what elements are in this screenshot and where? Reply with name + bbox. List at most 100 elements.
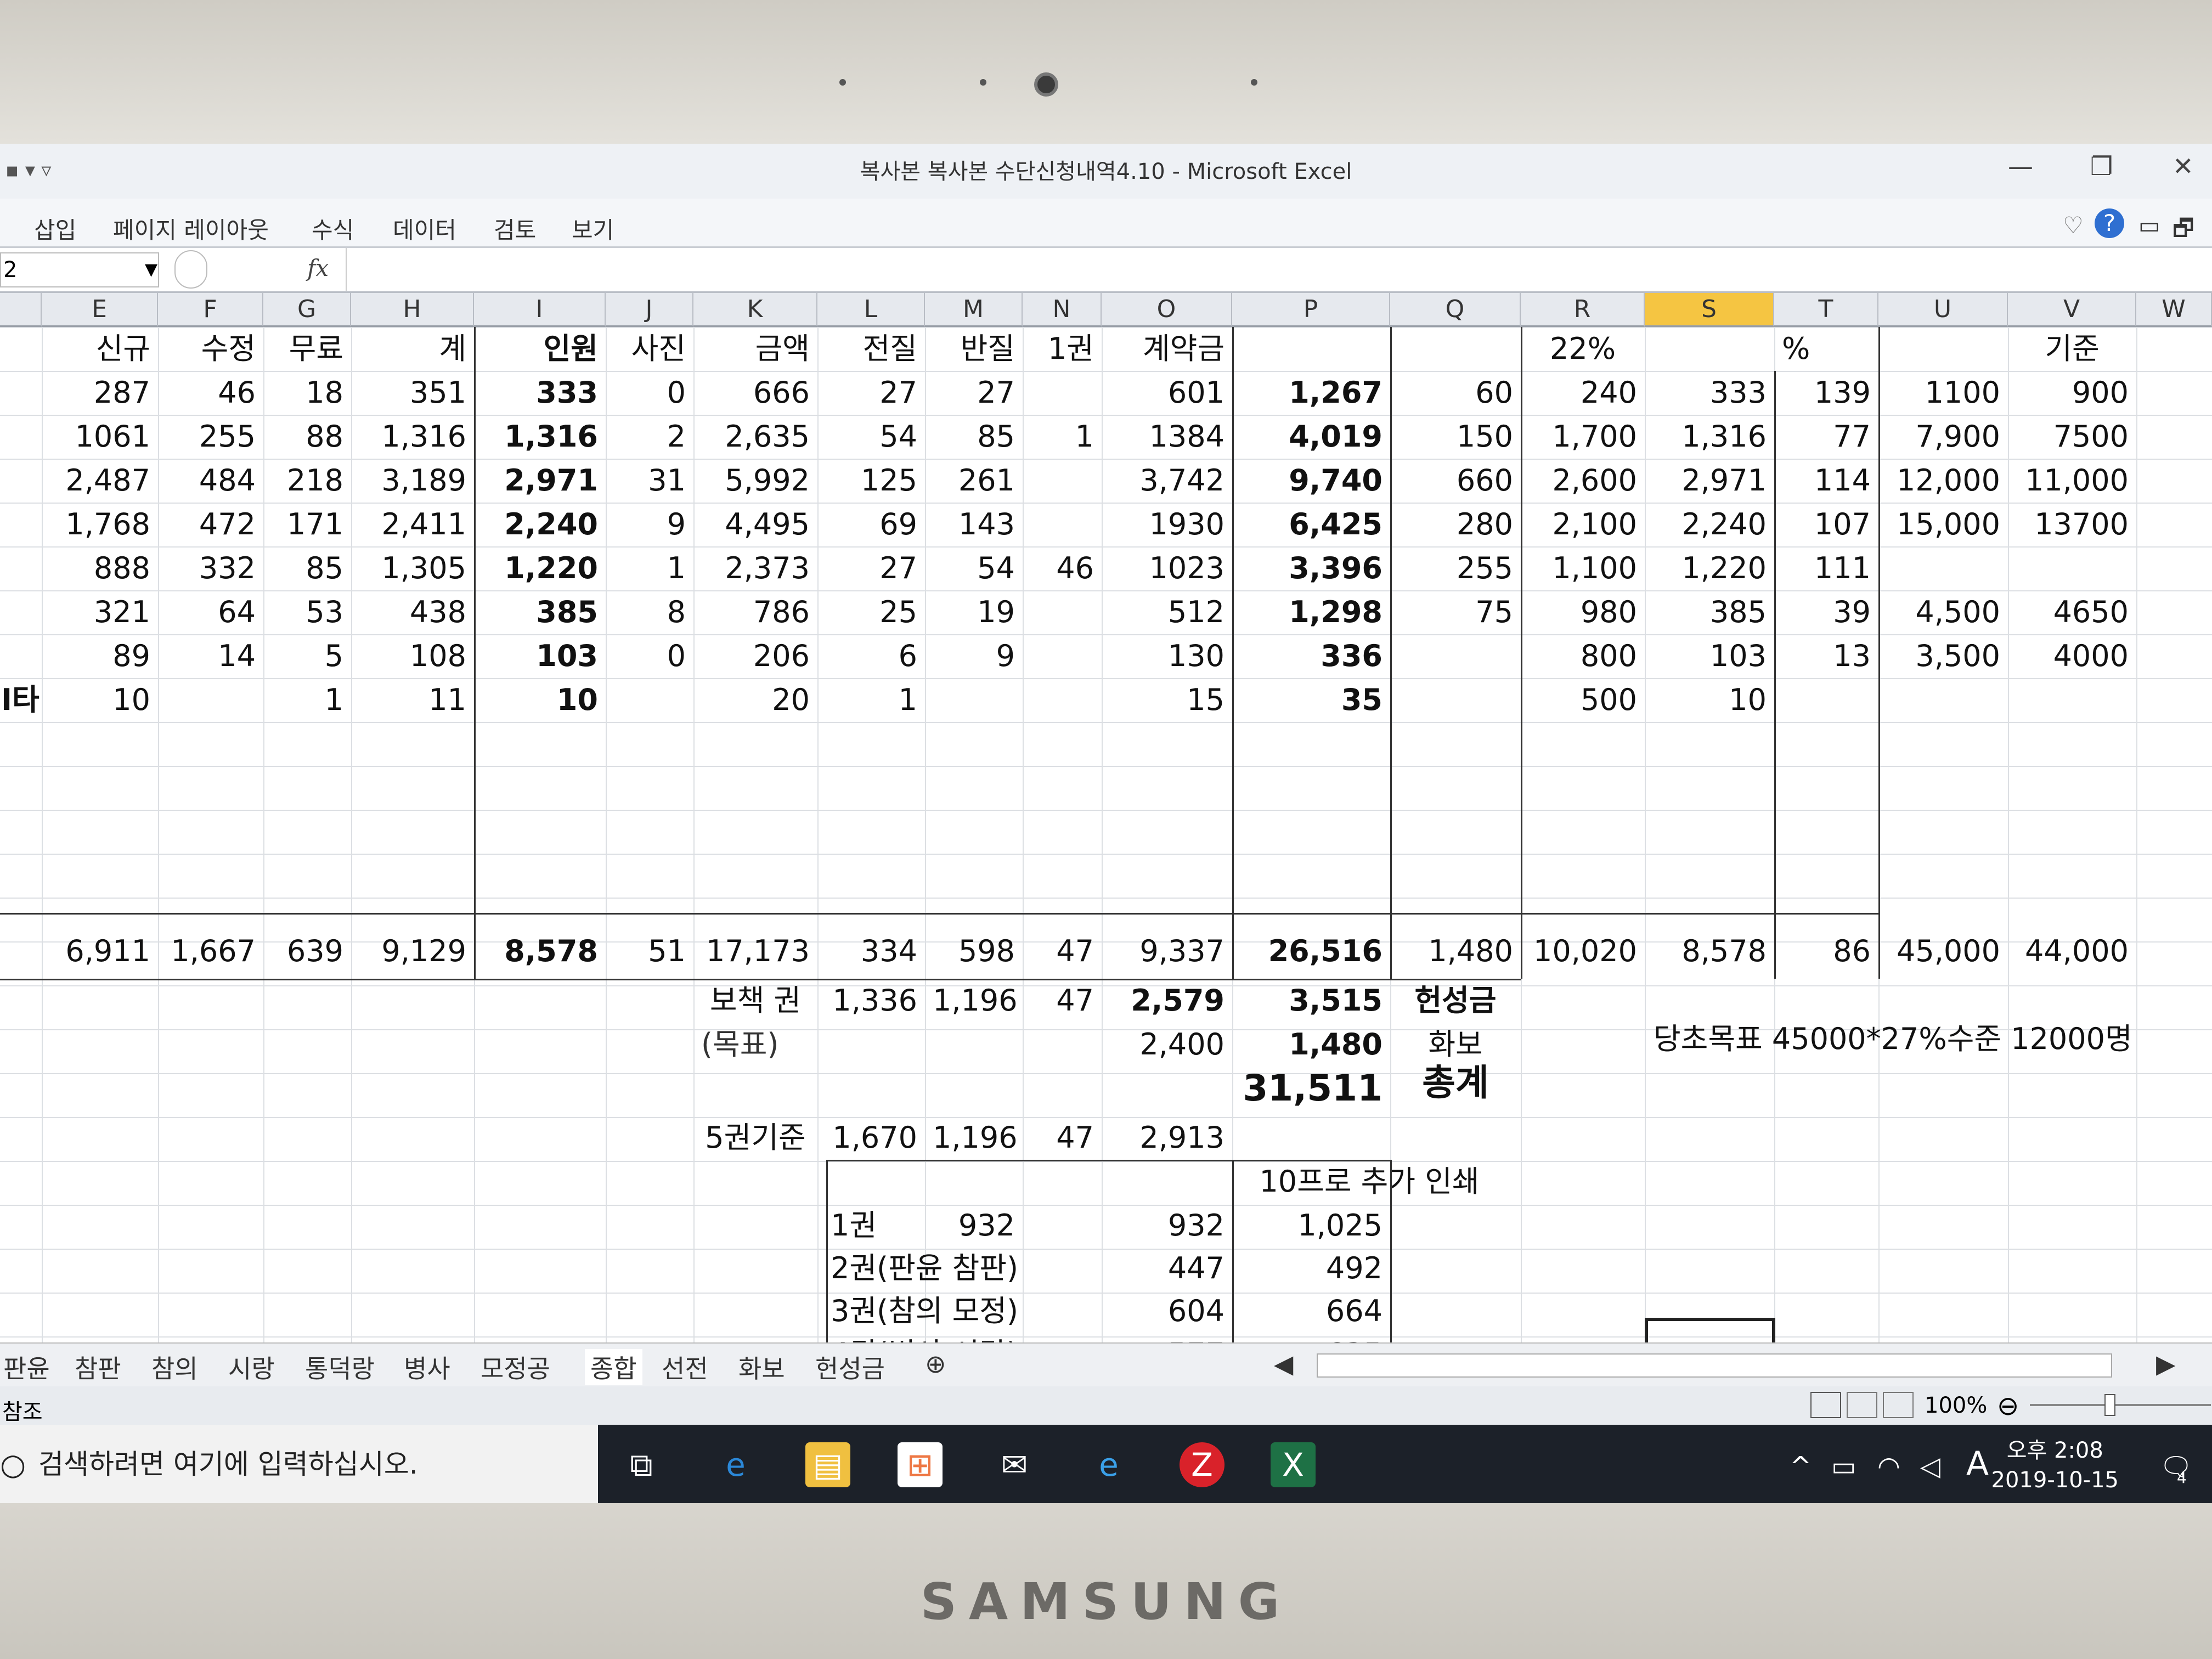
sheet-tab[interactable]: 통덕랑: [305, 1349, 375, 1385]
data-cell-e[interactable]: 321: [42, 590, 158, 634]
summary-five-l[interactable]: 1,670: [817, 1116, 925, 1160]
data-cell-j[interactable]: 9: [606, 503, 693, 546]
data-cell-g[interactable]: 53: [263, 590, 351, 634]
sheet-tab[interactable]: 판윤: [3, 1349, 50, 1385]
data-cell-k[interactable]: 666: [693, 371, 817, 415]
page-break-view-icon[interactable]: [1883, 1392, 1914, 1418]
column-header-v[interactable]: V: [2008, 293, 2136, 327]
header-cell-e[interactable]: 신규: [42, 327, 158, 371]
print-row-plus[interactable]: 1,025: [1232, 1204, 1390, 1248]
close-icon[interactable]: ✕: [2172, 151, 2194, 181]
data-cell-q[interactable]: 60: [1390, 371, 1521, 415]
print-row-plus[interactable]: 492: [1232, 1246, 1390, 1290]
total-cell-l[interactable]: 334: [817, 929, 925, 973]
data-cell-q[interactable]: 150: [1390, 415, 1521, 459]
tab-review[interactable]: 검토: [494, 212, 536, 245]
data-cell-i[interactable]: 10: [474, 678, 606, 722]
data-cell-h[interactable]: 1,316: [351, 415, 474, 459]
print-row-count[interactable]: [925, 1246, 1023, 1290]
data-cell-i[interactable]: 103: [474, 634, 606, 678]
data-cell-l[interactable]: 69: [817, 503, 925, 546]
column-header-l[interactable]: L: [817, 293, 925, 327]
data-cell-p[interactable]: 336: [1232, 634, 1390, 678]
data-cell-p[interactable]: 3,396: [1232, 546, 1390, 590]
data-cell-o[interactable]: 130: [1102, 634, 1232, 678]
sheet-tab[interactable]: 참의: [151, 1349, 198, 1385]
total-cell-g[interactable]: 639: [263, 929, 351, 973]
header-cell-n[interactable]: 1권: [1023, 327, 1102, 371]
zoom-slider[interactable]: [2030, 1404, 2211, 1406]
excel-icon[interactable]: X: [1271, 1442, 1316, 1487]
data-cell-t[interactable]: 139: [1774, 371, 1878, 415]
data-cell-t[interactable]: 77: [1774, 415, 1878, 459]
data-cell-n[interactable]: 1: [1023, 415, 1102, 459]
print-row-base[interactable]: 604: [1102, 1289, 1232, 1333]
data-cell-s[interactable]: 2,240: [1645, 503, 1774, 546]
tab-data[interactable]: 데이터: [393, 212, 456, 245]
data-cell-u[interactable]: [1878, 678, 2008, 722]
edge-icon[interactable]: e: [713, 1442, 758, 1487]
data-cell-g[interactable]: 218: [263, 459, 351, 503]
data-cell-f[interactable]: 14: [158, 634, 263, 678]
scroll-right-icon[interactable]: ▶: [2156, 1349, 2175, 1379]
data-cell-j[interactable]: 1: [606, 546, 693, 590]
data-cell-n[interactable]: [1023, 459, 1102, 503]
data-cell-u[interactable]: 15,000: [1878, 503, 2008, 546]
data-cell-u[interactable]: 12,000: [1878, 459, 2008, 503]
print-row-count[interactable]: 932: [925, 1204, 1023, 1248]
data-cell-m[interactable]: [925, 678, 1023, 722]
wifi-icon[interactable]: ◠: [1877, 1451, 1900, 1482]
data-cell-v[interactable]: 13700: [2008, 503, 2136, 546]
data-cell-p[interactable]: 35: [1232, 678, 1390, 722]
data-cell-k[interactable]: 4,495: [693, 503, 817, 546]
data-cell-f[interactable]: 64: [158, 590, 263, 634]
data-cell-h[interactable]: 351: [351, 371, 474, 415]
normal-view-icon[interactable]: [1810, 1392, 1841, 1418]
column-header-f[interactable]: F: [158, 293, 263, 327]
data-cell-g[interactable]: 85: [263, 546, 351, 590]
data-cell-o[interactable]: 512: [1102, 590, 1232, 634]
data-cell-k[interactable]: 2,373: [693, 546, 817, 590]
column-header-j[interactable]: J: [606, 293, 693, 327]
column-header-g[interactable]: G: [263, 293, 351, 327]
data-cell-l[interactable]: 25: [817, 590, 925, 634]
summary-five-n[interactable]: 47: [1023, 1116, 1102, 1160]
target-note[interactable]: 당초목표 45000*27%수준 12000명: [1646, 1017, 2194, 1061]
restore-icon[interactable]: ❐: [2090, 151, 2113, 181]
zoom-slider-thumb[interactable]: [2104, 1394, 2115, 1416]
volume-icon[interactable]: ◁: [1920, 1451, 1940, 1482]
data-cell-f[interactable]: 46: [158, 371, 263, 415]
data-cell-s[interactable]: 333: [1645, 371, 1774, 415]
tab-formulas[interactable]: 수식: [312, 212, 354, 245]
worksheet-grid[interactable]: E F G H I J K L M N O P Q R S T U V W 신규 수정 무료 계 인원 사진 금액 전질 반질 1권 계약…: [0, 293, 2212, 1462]
data-cell-m[interactable]: 19: [925, 590, 1023, 634]
name-box[interactable]: 2 ▼: [0, 252, 159, 287]
print-row-base[interactable]: 932: [1102, 1204, 1232, 1248]
data-cell-v[interactable]: 4000: [2008, 634, 2136, 678]
ime-indicator[interactable]: A: [1966, 1444, 1989, 1483]
data-cell-t[interactable]: 13: [1774, 634, 1878, 678]
chevron-down-icon[interactable]: ▼: [145, 253, 157, 286]
data-cell-e[interactable]: 888: [42, 546, 158, 590]
data-cell-j[interactable]: 2: [606, 415, 693, 459]
data-cell-j[interactable]: [606, 678, 693, 722]
data-cell-l[interactable]: 6: [817, 634, 925, 678]
print-row-count[interactable]: [925, 1289, 1023, 1333]
print-row-plus[interactable]: 664: [1232, 1289, 1390, 1333]
data-cell-n[interactable]: [1023, 590, 1102, 634]
sheet-tab[interactable]: 헌성금: [815, 1349, 885, 1385]
zoom-out-icon[interactable]: ⊖: [1997, 1391, 2019, 1421]
tab-view[interactable]: 보기: [572, 212, 614, 245]
print-table-title[interactable]: 10프로 추가 인쇄: [1232, 1160, 1506, 1204]
data-cell-k[interactable]: 20: [693, 678, 817, 722]
data-cell-e[interactable]: 10: [42, 678, 158, 722]
data-cell-f[interactable]: 332: [158, 546, 263, 590]
data-cell-s[interactable]: 2,971: [1645, 459, 1774, 503]
total-cell-p[interactable]: 26,516: [1232, 929, 1390, 973]
data-cell-m[interactable]: 9: [925, 634, 1023, 678]
summary-target-p[interactable]: 1,480: [1232, 1023, 1390, 1066]
data-cell-n[interactable]: [1023, 634, 1102, 678]
data-cell-g[interactable]: 88: [263, 415, 351, 459]
header-cell-l[interactable]: 전질: [817, 327, 925, 371]
sheet-tab[interactable]: 참판: [75, 1349, 121, 1385]
